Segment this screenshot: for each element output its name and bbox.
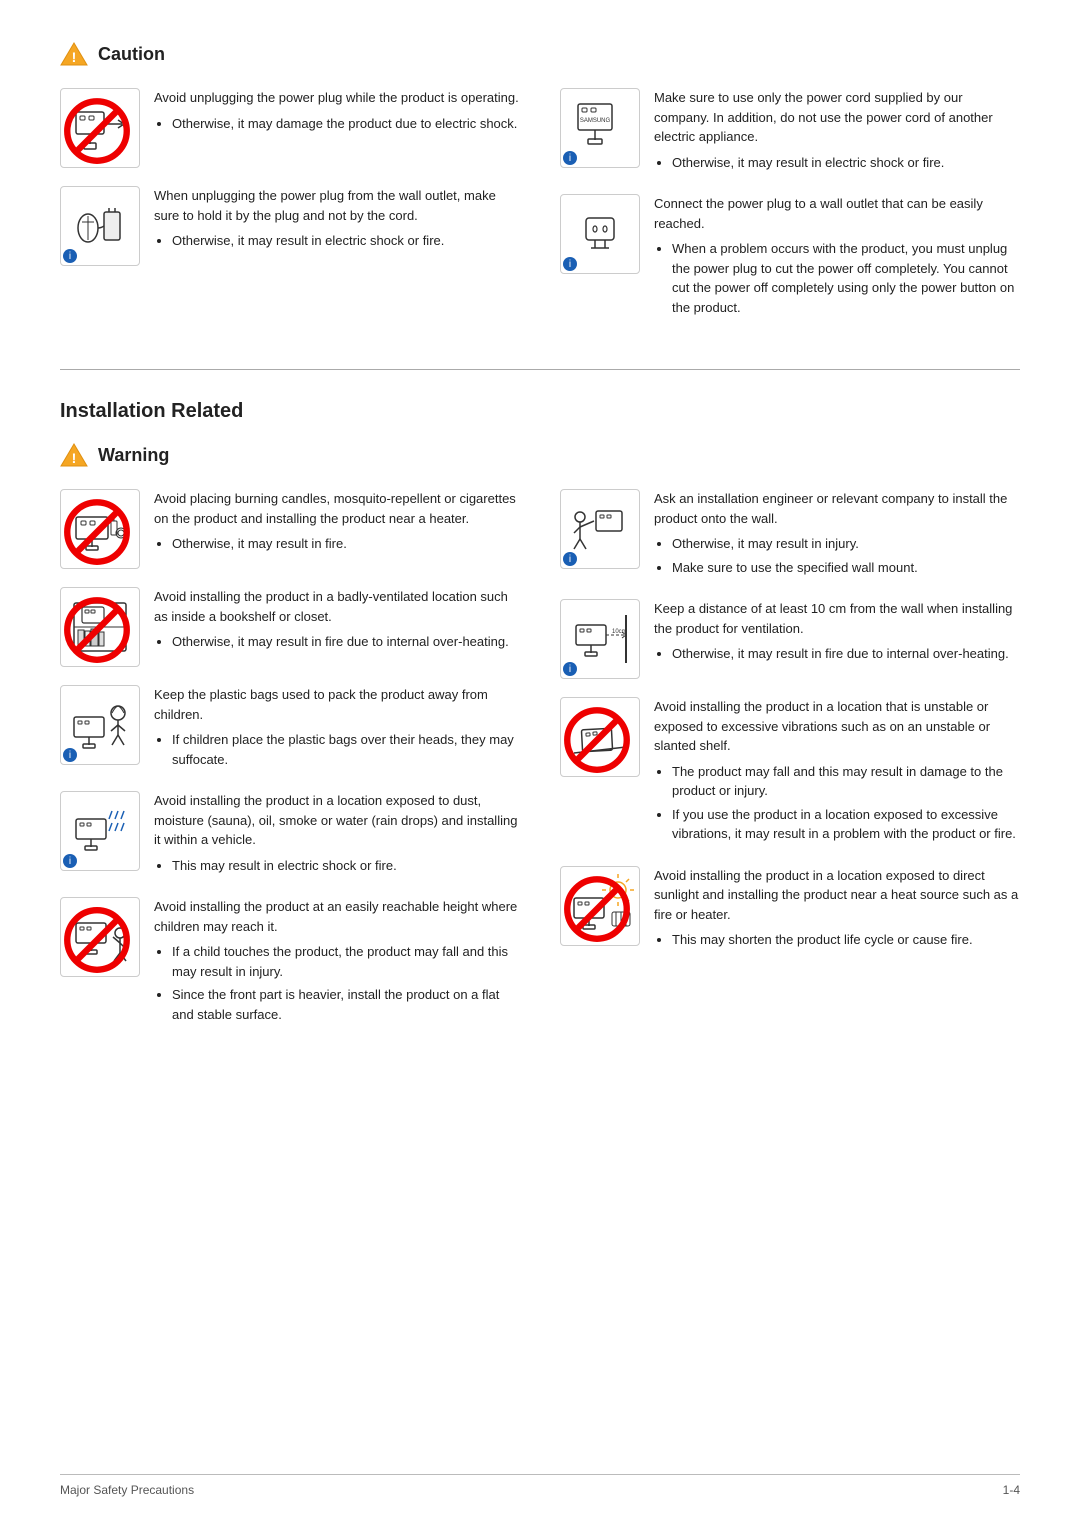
warn-entry-5b: Avoid installing the product in a locati… (560, 697, 1020, 848)
warn-icon-2 (60, 587, 140, 667)
warn-text-1: Avoid placing burning candles, mosquito-… (154, 489, 520, 558)
no-sign-icon-warn-5b (563, 706, 631, 774)
warn-icon-6: i (60, 791, 140, 871)
warn-entry-1: Avoid placing burning candles, mosquito-… (60, 489, 520, 569)
warn-entry-5: 10cm i Keep a distance of at least 10 cm… (560, 599, 1020, 679)
svg-text:!: ! (72, 49, 77, 65)
warn-entry-7: Avoid installing the product at an easil… (60, 897, 520, 1028)
warn-entry-3: i Keep the plastic bags used to pack the… (60, 685, 520, 773)
no-sign-icon-warn-1 (63, 498, 131, 566)
blue-dot-warn-4: i (563, 552, 577, 566)
no-sign-icon-1 (63, 97, 131, 165)
warn-text-6: Avoid installing the product in a locati… (154, 791, 520, 879)
warn-text-4: Ask an installation engineer or relevant… (654, 489, 1020, 581)
warn-icon-5b (560, 697, 640, 777)
warn-icon-3: i (60, 685, 140, 765)
blue-dot-2: i (63, 249, 77, 263)
warning-icon: ! (60, 441, 88, 469)
blue-dot-3: i (563, 151, 577, 165)
caution-text-4: Connect the power plug to a wall outlet … (654, 194, 1020, 321)
caution-left-col: Avoid unplugging the power plug while th… (60, 88, 520, 339)
no-sign-icon-warn-2 (63, 596, 131, 664)
page-footer: Major Safety Precautions 1-4 (60, 1474, 1020, 1497)
caution-entry-1: Avoid unplugging the power plug while th… (60, 88, 520, 168)
warning-right-col: i Ask an installation engineer or releva… (560, 489, 1020, 1046)
warn-text-3: Keep the plastic bags used to pack the p… (154, 685, 520, 773)
warning-section: ! Warning (60, 441, 1020, 1046)
caution-icon-1 (60, 88, 140, 168)
warn-text-5b: Avoid installing the product in a locati… (654, 697, 1020, 848)
caution-icon-3: SAMSUNG i (560, 88, 640, 168)
blue-dot-4: i (563, 257, 577, 271)
no-sign-icon-warn-7 (63, 906, 131, 974)
caution-icon-4: i (560, 194, 640, 274)
warn-icon-5: 10cm i (560, 599, 640, 679)
svg-text:SAMSUNG: SAMSUNG (580, 118, 611, 124)
warn-entry-8: Avoid installing the product in a locati… (560, 866, 1020, 954)
installation-title: Installation Related (60, 400, 1020, 423)
blue-dot-warn-5: i (563, 662, 577, 676)
warn-text-8: Avoid installing the product in a locati… (654, 866, 1020, 954)
caution-text-2: When unplugging the power plug from the … (154, 186, 520, 255)
caution-icon-2: i (60, 186, 140, 266)
warn-entry-6: i Avoid installing the product in a loca… (60, 791, 520, 879)
warn-icon-1 (60, 489, 140, 569)
warn-icon-7 (60, 897, 140, 977)
caution-entry-4: i Connect the power plug to a wall outle… (560, 194, 1020, 321)
warning-two-col: Avoid placing burning candles, mosquito-… (60, 489, 1020, 1046)
caution-right-col: SAMSUNG i Make sure to use only the powe… (560, 88, 1020, 339)
warn-icon-8 (560, 866, 640, 946)
blue-dot-warn-6: i (63, 854, 77, 868)
no-sign-icon-warn-8 (563, 875, 631, 943)
footer-right: 1-4 (1003, 1483, 1020, 1497)
caution-title: ! Caution (60, 40, 1020, 68)
blue-dot-warn-3: i (63, 748, 77, 762)
svg-text:10cm: 10cm (612, 629, 627, 635)
section-divider (60, 369, 1020, 370)
footer-left: Major Safety Precautions (60, 1483, 194, 1497)
warn-entry-4: i Ask an installation engineer or releva… (560, 489, 1020, 581)
warning-title: ! Warning (60, 441, 1020, 469)
caution-icon: ! (60, 40, 88, 68)
svg-text:!: ! (72, 450, 77, 466)
caution-entry-3: SAMSUNG i Make sure to use only the powe… (560, 88, 1020, 176)
warn-text-7: Avoid installing the product at an easil… (154, 897, 520, 1028)
warn-entry-2: Avoid installing the product in a badly-… (60, 587, 520, 667)
caution-entry-2: i When unplugging the power plug from th… (60, 186, 520, 266)
warn-text-5: Keep a distance of at least 10 cm from t… (654, 599, 1020, 668)
caution-two-col: Avoid unplugging the power plug while th… (60, 88, 1020, 339)
warning-left-col: Avoid placing burning candles, mosquito-… (60, 489, 520, 1046)
warn-text-2: Avoid installing the product in a badly-… (154, 587, 520, 656)
installation-section: Installation Related ! Warning (60, 369, 1020, 1046)
warn-icon-4: i (560, 489, 640, 569)
caution-text-3: Make sure to use only the power cord sup… (654, 88, 1020, 176)
caution-section: ! Caution (60, 40, 1020, 339)
caution-text-1: Avoid unplugging the power plug while th… (154, 88, 520, 137)
